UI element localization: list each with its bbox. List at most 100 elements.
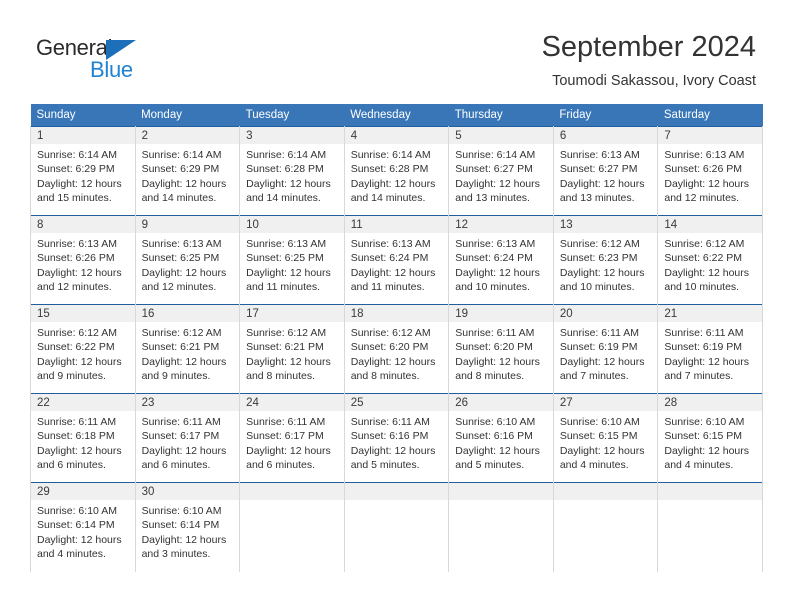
daylight-text-line2: and 10 minutes.: [664, 280, 740, 293]
daylight-text-line2: and 7 minutes.: [559, 369, 629, 382]
calendar-day-cell[interactable]: 25 Sunrise: 6:11 AM Sunset: 6:16 PM Dayligh…: [343, 393, 450, 483]
sunset-text: Sunset: 6:16 PM: [455, 430, 533, 443]
calendar-day-cell[interactable]: 4 Sunrise: 6:14 AM Sunset: 6:28 PM Daylight…: [343, 126, 450, 216]
day-number: 15: [31, 305, 135, 322]
day-number: [240, 483, 344, 500]
calendar-day-cell[interactable]: 26 Sunrise: 6:10 AM Sunset: 6:16 PM Dayligh…: [448, 393, 554, 483]
day-number: 30: [135, 483, 240, 500]
day-number: 26: [449, 394, 553, 411]
day-number: 22: [31, 394, 135, 411]
day-number: 9: [135, 216, 240, 233]
daylight-text-line1: Daylight: 12 hours: [559, 177, 645, 190]
calendar-day-cell[interactable]: 28 Sunrise: 6:10 AM Sunset: 6:15 PM Dayligh…: [657, 393, 763, 483]
daylight-text-line2: and 14 minutes.: [246, 191, 321, 204]
sunrise-text: Sunrise: 6:11 AM: [246, 416, 326, 428]
calendar-day-cell[interactable]: 13 Sunrise: 6:12 AM Sunset: 6:23 PM Dayligh…: [552, 215, 659, 305]
sunrise-text: Sunrise: 6:13 AM: [664, 149, 745, 161]
sunset-text: Sunset: 6:28 PM: [350, 163, 429, 176]
sunrise-text: Sunrise: 6:14 AM: [141, 149, 222, 161]
calendar-day-cell[interactable]: 9 Sunrise: 6:13 AM Sunset: 6:25 PM Daylight…: [134, 215, 241, 305]
day-number: 24: [240, 394, 344, 411]
day-details: Sunrise: 6:11 AM Sunset: 6:16 PM Daylight:…: [345, 411, 449, 472]
day-number: 4: [344, 127, 449, 144]
calendar-day-cell[interactable]: 23 Sunrise: 6:11 AM Sunset: 6:17 PM Dayligh…: [134, 393, 241, 483]
daylight-text-line2: and 13 minutes.: [559, 191, 635, 204]
daylight-text-line2: and 12 minutes.: [141, 280, 217, 293]
daylight-text-line2: and 11 minutes.: [350, 280, 425, 293]
sunset-text: Sunset: 6:22 PM: [664, 252, 743, 265]
calendar-week-row: 22 Sunrise: 6:11 AM Sunset: 6:18 PM Dayligh…: [30, 393, 763, 483]
sunset-text: Sunset: 6:24 PM: [455, 252, 533, 265]
daylight-text-line2: and 4 minutes.: [664, 458, 734, 471]
day-number: 18: [344, 305, 449, 322]
daylight-text-line2: and 7 minutes.: [664, 369, 734, 382]
sunrise-text: Sunrise: 6:13 AM: [141, 238, 222, 250]
sunrise-text: Sunrise: 6:13 AM: [559, 149, 640, 161]
generalblue-logo[interactable]: General Blue: [36, 36, 166, 82]
day-number: 8: [31, 216, 135, 233]
calendar-day-cell[interactable]: 30 Sunrise: 6:10 AM Sunset: 6:14 PM Dayligh…: [134, 482, 241, 572]
calendar-day-cell[interactable]: 15 Sunrise: 6:12 AM Sunset: 6:22 PM Dayligh…: [30, 304, 136, 394]
calendar-day-cell[interactable]: 21 Sunrise: 6:11 AM Sunset: 6:19 PM Dayligh…: [657, 304, 763, 394]
calendar-day-cell[interactable]: 12 Sunrise: 6:13 AM Sunset: 6:24 PM Dayligh…: [448, 215, 554, 305]
daylight-text-line1: Daylight: 12 hours: [141, 444, 227, 457]
calendar-day-cell-empty: [239, 482, 345, 572]
calendar-table: Sunday Monday Tuesday Wednesday Thursday…: [30, 104, 763, 572]
day-details: [240, 500, 344, 504]
calendar-day-cell[interactable]: 16 Sunrise: 6:12 AM Sunset: 6:21 PM Dayligh…: [134, 304, 241, 394]
day-details: [554, 500, 658, 504]
calendar-day-cell-empty: [552, 482, 659, 572]
day-details: Sunrise: 6:11 AM Sunset: 6:17 PM Daylight:…: [136, 411, 240, 472]
calendar-day-cell[interactable]: 27 Sunrise: 6:10 AM Sunset: 6:15 PM Dayligh…: [552, 393, 659, 483]
calendar-day-cell[interactable]: 20 Sunrise: 6:11 AM Sunset: 6:19 PM Dayligh…: [552, 304, 659, 394]
sunset-text: Sunset: 6:17 PM: [141, 430, 220, 443]
day-details: Sunrise: 6:13 AM Sunset: 6:26 PM Daylight:…: [658, 144, 762, 205]
daylight-text-line2: and 6 minutes.: [246, 458, 316, 471]
day-number: 14: [658, 216, 762, 233]
calendar-day-cell[interactable]: 3 Sunrise: 6:14 AM Sunset: 6:28 PM Daylight…: [239, 126, 345, 216]
calendar-day-cell[interactable]: 6 Sunrise: 6:13 AM Sunset: 6:27 PM Daylight…: [552, 126, 659, 216]
calendar-day-cell[interactable]: 24 Sunrise: 6:11 AM Sunset: 6:17 PM Dayligh…: [239, 393, 345, 483]
calendar-day-cell[interactable]: 19 Sunrise: 6:11 AM Sunset: 6:20 PM Dayligh…: [448, 304, 554, 394]
calendar-day-cell[interactable]: 5 Sunrise: 6:14 AM Sunset: 6:27 PM Daylight…: [448, 126, 554, 216]
daylight-text-line2: and 14 minutes.: [350, 191, 426, 204]
sunrise-text: Sunrise: 6:11 AM: [37, 416, 117, 428]
day-details: Sunrise: 6:13 AM Sunset: 6:26 PM Daylight:…: [31, 233, 135, 294]
calendar-day-cell[interactable]: 7 Sunrise: 6:13 AM Sunset: 6:26 PM Daylight…: [657, 126, 763, 216]
sunrise-text: Sunrise: 6:12 AM: [350, 327, 431, 339]
day-details: [345, 500, 449, 504]
day-number: 20: [553, 305, 658, 322]
calendar-day-cell[interactable]: 2 Sunrise: 6:14 AM Sunset: 6:29 PM Daylight…: [134, 126, 241, 216]
page-header: General Blue September 2024 Toumodi Saka…: [0, 0, 792, 100]
calendar-day-cell[interactable]: 29 Sunrise: 6:10 AM Sunset: 6:14 PM Dayligh…: [30, 482, 136, 572]
day-number: [553, 483, 658, 500]
sunrise-text: Sunrise: 6:10 AM: [141, 505, 222, 517]
sunset-text: Sunset: 6:19 PM: [664, 341, 743, 354]
daylight-text-line1: Daylight: 12 hours: [664, 355, 750, 368]
page-title: September 2024: [541, 31, 756, 63]
daylight-text-line2: and 14 minutes.: [141, 191, 217, 204]
day-number: 7: [658, 127, 762, 144]
daylight-text-line1: Daylight: 12 hours: [37, 355, 122, 368]
daylight-text-line1: Daylight: 12 hours: [37, 177, 122, 190]
daylight-text-line1: Daylight: 12 hours: [246, 177, 331, 190]
day-number: 1: [31, 127, 135, 144]
day-details: Sunrise: 6:14 AM Sunset: 6:28 PM Daylight:…: [345, 144, 449, 205]
daylight-text-line2: and 11 minutes.: [246, 280, 321, 293]
day-number: 2: [135, 127, 240, 144]
calendar-day-cell[interactable]: 1 Sunrise: 6:14 AM Sunset: 6:29 PM Daylight…: [30, 126, 136, 216]
daylight-text-line1: Daylight: 12 hours: [37, 533, 122, 546]
calendar-day-cell[interactable]: 18 Sunrise: 6:12 AM Sunset: 6:20 PM Dayligh…: [343, 304, 450, 394]
calendar-page: General Blue September 2024 Toumodi Saka…: [0, 0, 792, 612]
calendar-day-cell[interactable]: 17 Sunrise: 6:12 AM Sunset: 6:21 PM Dayligh…: [239, 304, 345, 394]
calendar-day-cell[interactable]: 11 Sunrise: 6:13 AM Sunset: 6:24 PM Dayligh…: [343, 215, 450, 305]
sunrise-text: Sunrise: 6:10 AM: [559, 416, 640, 428]
calendar-day-cell[interactable]: 14 Sunrise: 6:12 AM Sunset: 6:22 PM Dayligh…: [657, 215, 763, 305]
sunset-text: Sunset: 6:14 PM: [141, 519, 220, 532]
day-number: 11: [344, 216, 449, 233]
calendar-day-cell[interactable]: 8 Sunrise: 6:13 AM Sunset: 6:26 PM Daylight…: [30, 215, 136, 305]
calendar-day-cell[interactable]: 10 Sunrise: 6:13 AM Sunset: 6:25 PM Dayligh…: [239, 215, 345, 305]
daylight-text-line2: and 8 minutes.: [350, 369, 420, 382]
calendar-day-cell[interactable]: 22 Sunrise: 6:11 AM Sunset: 6:18 PM Dayligh…: [30, 393, 136, 483]
day-details: Sunrise: 6:10 AM Sunset: 6:16 PM Daylight:…: [449, 411, 553, 472]
